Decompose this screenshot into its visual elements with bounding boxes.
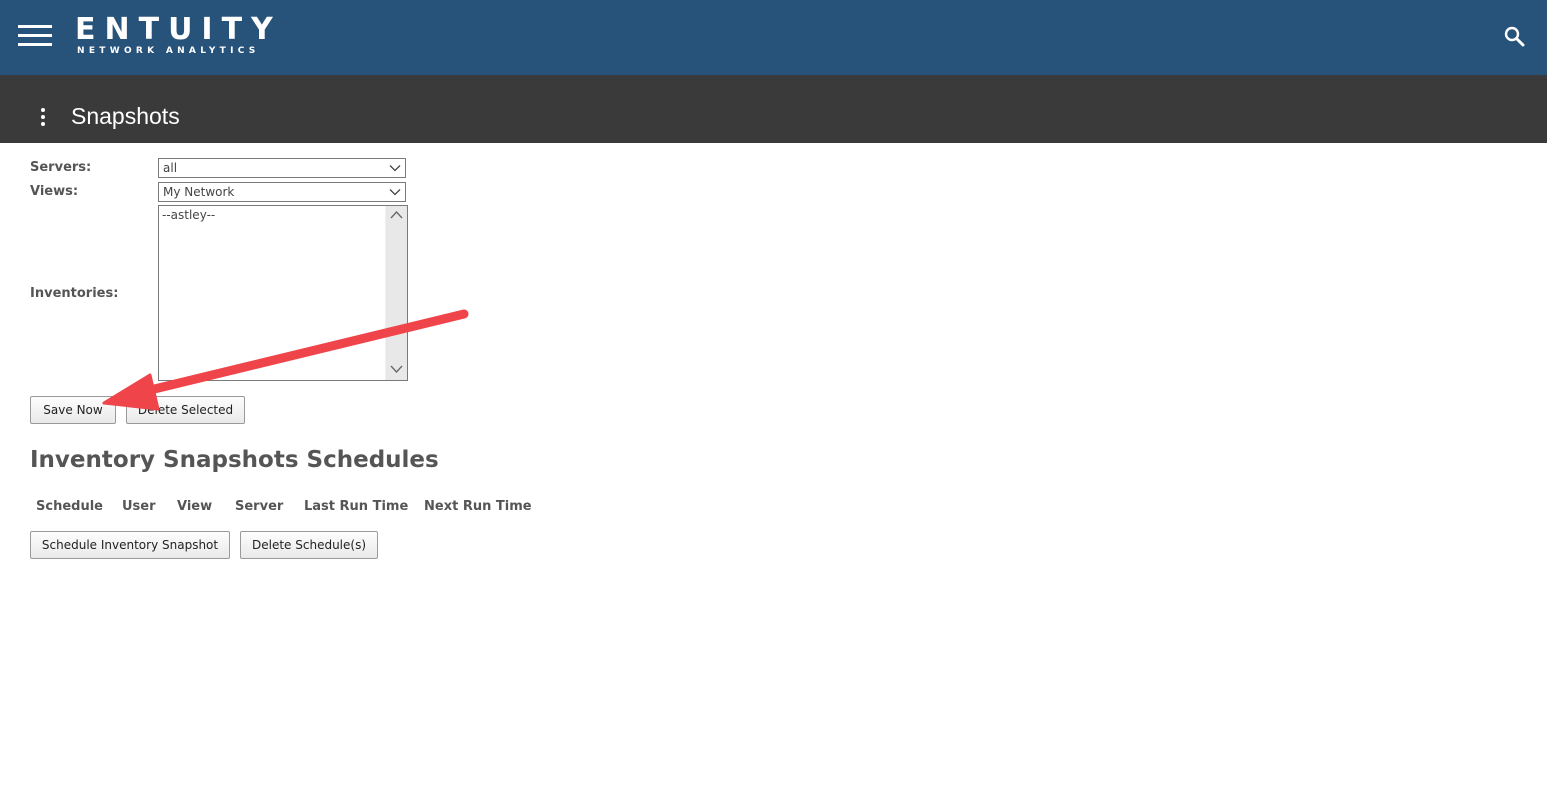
servers-label: Servers: [30,160,92,175]
chevron-down-icon [389,165,401,172]
chevron-down-icon [389,189,401,196]
views-select[interactable]: My Network [158,182,406,202]
delete-selected-button[interactable]: Delete Selected [126,396,245,424]
servers-select[interactable]: all [158,158,406,178]
column-header-schedule[interactable]: Schedule [36,499,103,514]
schedule-inventory-snapshot-button[interactable]: Schedule Inventory Snapshot [30,531,230,559]
column-header-user[interactable]: User [122,499,156,514]
views-selected-value: My Network [163,185,235,199]
kebab-menu-icon[interactable] [36,107,50,127]
search-icon[interactable] [1502,24,1528,50]
delete-schedules-button[interactable]: Delete Schedule(s) [240,531,378,559]
servers-selected-value: all [163,161,178,175]
column-header-last-run-time[interactable]: Last Run Time [304,499,408,514]
column-header-server[interactable]: Server [235,499,283,514]
column-header-view[interactable]: View [177,499,212,514]
inventories-label: Inventories: [30,286,119,301]
schedules-section-title: Inventory Snapshots Schedules [30,447,439,473]
logo-main-text: ENTUITY [75,12,282,47]
inventory-option[interactable]: --astley-- [162,208,215,222]
column-header-next-run-time[interactable]: Next Run Time [424,499,532,514]
listbox-scrollbar[interactable] [385,206,407,380]
hamburger-menu-icon[interactable] [18,24,52,48]
scroll-down-icon[interactable] [389,363,404,375]
scroll-up-icon[interactable] [389,209,404,221]
inventories-listbox[interactable]: --astley-- [158,205,408,381]
views-label: Views: [30,184,79,199]
entuity-logo[interactable]: ENTUITY NETWORK ANALYTICS [75,12,282,57]
page-title: Snapshots [71,103,180,129]
logo-sub-text: NETWORK ANALYTICS [77,46,260,56]
page-title-bar [0,75,1547,143]
save-now-button[interactable]: Save Now [30,396,116,424]
